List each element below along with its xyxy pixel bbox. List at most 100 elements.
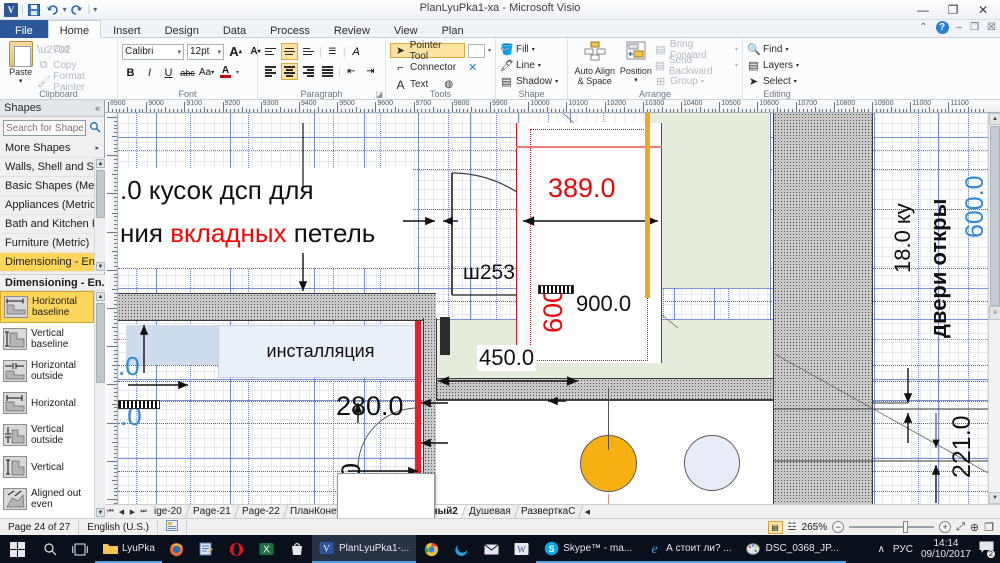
chevron-down-icon[interactable]: ▾ <box>634 76 638 86</box>
drawing-canvas-area[interactable]: 8900 9000 9100 9200 9300 9400 9500 9600 9700 9800… <box>105 100 1000 518</box>
help-icon[interactable]: ? <box>935 21 949 34</box>
tab-file[interactable]: File <box>0 20 48 38</box>
align-top-button[interactable] <box>262 43 279 60</box>
taskbar-item-visio[interactable]: V PlanLyuPka1-... <box>311 535 417 563</box>
drawing-page[interactable]: инсталляция .0 кусок дсп для ния вкладны… <box>118 113 988 504</box>
italic-button[interactable]: I <box>141 64 158 81</box>
delete-icon[interactable]: ✕ <box>468 61 477 74</box>
dim-18-ku[interactable]: 18.0 ку <box>890 203 916 273</box>
taskbar-item-excel[interactable]: X <box>252 535 282 563</box>
scroll-down-icon[interactable]: ▼ <box>989 492 1000 504</box>
scroll-thumb[interactable] <box>990 126 1000 306</box>
tab-design[interactable]: Design <box>153 20 211 38</box>
stencil-item-appliances[interactable]: Appliances (Metric) <box>0 196 94 215</box>
fixture-circle-white[interactable] <box>684 435 740 491</box>
align-right-button[interactable] <box>300 63 317 80</box>
shadow-button[interactable]: ▤ Shadow ▾ <box>500 74 558 88</box>
text-direction-button[interactable]: A <box>348 43 365 60</box>
scroll-up-icon[interactable]: ▲ <box>96 292 105 301</box>
shapes-gallery-button[interactable] <box>468 43 485 58</box>
zoom-slider[interactable] <box>849 521 935 533</box>
page-tab-page-20[interactable]: ige-20 <box>146 505 191 518</box>
taskbar-item-opera[interactable] <box>222 535 252 563</box>
dim-600-blue[interactable]: 600.0 <box>961 175 988 238</box>
align-left-button[interactable] <box>262 63 279 80</box>
dim-450[interactable]: 450.0 <box>477 345 537 371</box>
language-indicator[interactable]: РУС <box>893 544 913 555</box>
taskbar-item-edge[interactable] <box>446 535 476 563</box>
dim-389-red[interactable]: 389.0 <box>548 173 616 204</box>
shape-vertical-outside[interactable]: Vertical outside <box>0 419 94 451</box>
scroll-up-icon[interactable]: ▲ <box>96 159 105 168</box>
prev-page-icon[interactable]: ◀ <box>116 508 127 516</box>
zoom-slider-handle[interactable] <box>903 521 909 533</box>
change-case-button[interactable]: Aa ▾ <box>198 64 215 81</box>
bullets-button[interactable]: ☰ <box>324 43 341 60</box>
align-justify-button[interactable] <box>319 63 336 80</box>
line-button[interactable]: 🖊 Line ▾ <box>500 59 541 73</box>
dim-left-1[interactable]: .0 <box>118 351 140 382</box>
page-tab-page-22[interactable]: Page-22 <box>234 505 288 518</box>
font-size-combo[interactable]: 12pt ▾ <box>187 43 224 60</box>
tab-review[interactable]: Review <box>322 20 382 38</box>
doc-restore-icon[interactable]: ❒ <box>970 22 979 33</box>
taskbar-item-word[interactable]: W <box>506 535 536 563</box>
paste-button[interactable]: Paste ▾ <box>4 40 37 87</box>
find-button[interactable]: 🔍 Find ▾ <box>747 43 788 57</box>
auto-align-space-button[interactable]: Auto Align & Space <box>572 40 618 86</box>
send-backward-button[interactable]: ▤ Send Backward ▾ <box>654 55 738 77</box>
tray-expand-icon[interactable]: ∧ <box>878 544 885 555</box>
scroll-thumb[interactable] <box>96 170 105 218</box>
dim-doors-open[interactable]: двери откры <box>926 199 952 338</box>
notification-center-icon[interactable]: 2 <box>979 541 995 558</box>
door-width-label[interactable]: ш253 <box>463 261 515 285</box>
pointer-tool-button[interactable]: ➤ Pointer Tool <box>390 40 466 62</box>
stencil-item-basic[interactable]: Basic Shapes (Metr... <box>0 177 94 196</box>
size-position-window[interactable]: No Selection Size & Posi... ✕ <box>337 473 435 518</box>
taskbar-item-skype[interactable]: S Skype™ - ma... <box>536 535 640 563</box>
position-button[interactable]: Position ▾ <box>618 40 654 86</box>
group-button[interactable]: ⊞ Group ▾ <box>654 74 738 89</box>
fit-page-icon[interactable]: ⤢ <box>956 521 965 534</box>
taskbar-item-explorer[interactable]: LyuPka <box>95 535 162 563</box>
dim-280[interactable]: 280.0 <box>336 391 404 422</box>
horizontal-ruler[interactable]: 8900 9000 9100 9200 9300 9400 9500 9600 9700 9800… <box>105 100 1000 113</box>
fill-button[interactable]: 🪣 Fill ▾ <box>500 43 535 57</box>
page-tabs-scroll-icon[interactable]: ◀ <box>582 508 593 516</box>
scroll-down-icon[interactable]: ▼ <box>96 508 105 517</box>
underline-button[interactable]: U <box>160 64 177 81</box>
taskbar-item-ie[interactable]: e А стоит ли? ... <box>639 535 739 563</box>
minimize-button[interactable]: — <box>908 0 938 20</box>
zoom-out-button[interactable]: − <box>832 521 845 533</box>
collapse-panel-icon[interactable]: « <box>95 103 100 113</box>
shape-horizontal-baseline[interactable]: Horizontal baseline <box>0 291 94 323</box>
scroll-grip[interactable]: ≡ <box>989 306 1000 320</box>
dim-900[interactable]: 900.0 <box>576 291 631 317</box>
note-line-2[interactable]: ния вкладных петель <box>120 218 375 249</box>
shape-vertical-baseline[interactable]: Vertical baseline <box>0 323 94 355</box>
connector-tool-button[interactable]: ⌐ Connector <box>390 60 460 75</box>
increase-indent-button[interactable]: ⇥ <box>362 63 379 80</box>
zoom-in-button[interactable]: + <box>939 521 952 533</box>
language-status[interactable]: English (U.S.) <box>79 519 158 535</box>
font-color-button[interactable]: A <box>217 64 234 81</box>
macro-record-icon[interactable] <box>158 519 187 535</box>
page-count-status[interactable]: Page 24 of 27 <box>0 519 80 535</box>
taskbar-item-mail[interactable] <box>476 535 506 563</box>
tab-home[interactable]: Home <box>47 20 102 38</box>
search-input[interactable] <box>3 120 86 136</box>
taskbar-search-button[interactable] <box>35 535 65 563</box>
paste-dropdown-icon[interactable]: ▾ <box>19 77 23 87</box>
ribbon-minimize-icon[interactable]: ⌃ <box>919 22 927 33</box>
align-middle-button[interactable] <box>281 43 298 60</box>
strikethrough-button[interactable]: abc <box>179 64 196 81</box>
taskbar-item-paint[interactable]: DSC_0368_JP... <box>738 535 846 563</box>
taskbar-item-firefox[interactable] <box>162 535 192 563</box>
chevron-down-icon[interactable]: ▾ <box>217 48 221 56</box>
taskbar-clock[interactable]: 14:14 09/10/2017 <box>921 538 971 560</box>
shape-horizontal[interactable]: Horizontal <box>0 387 94 419</box>
shape-vertical[interactable]: Vertical <box>0 451 94 483</box>
font-family-combo[interactable]: Calibri ▾ <box>122 43 184 60</box>
chevron-down-icon[interactable]: ▾ <box>488 47 491 54</box>
canvas-vertical-scrollbar[interactable]: ▲ ≡ ▼ <box>988 113 1000 504</box>
